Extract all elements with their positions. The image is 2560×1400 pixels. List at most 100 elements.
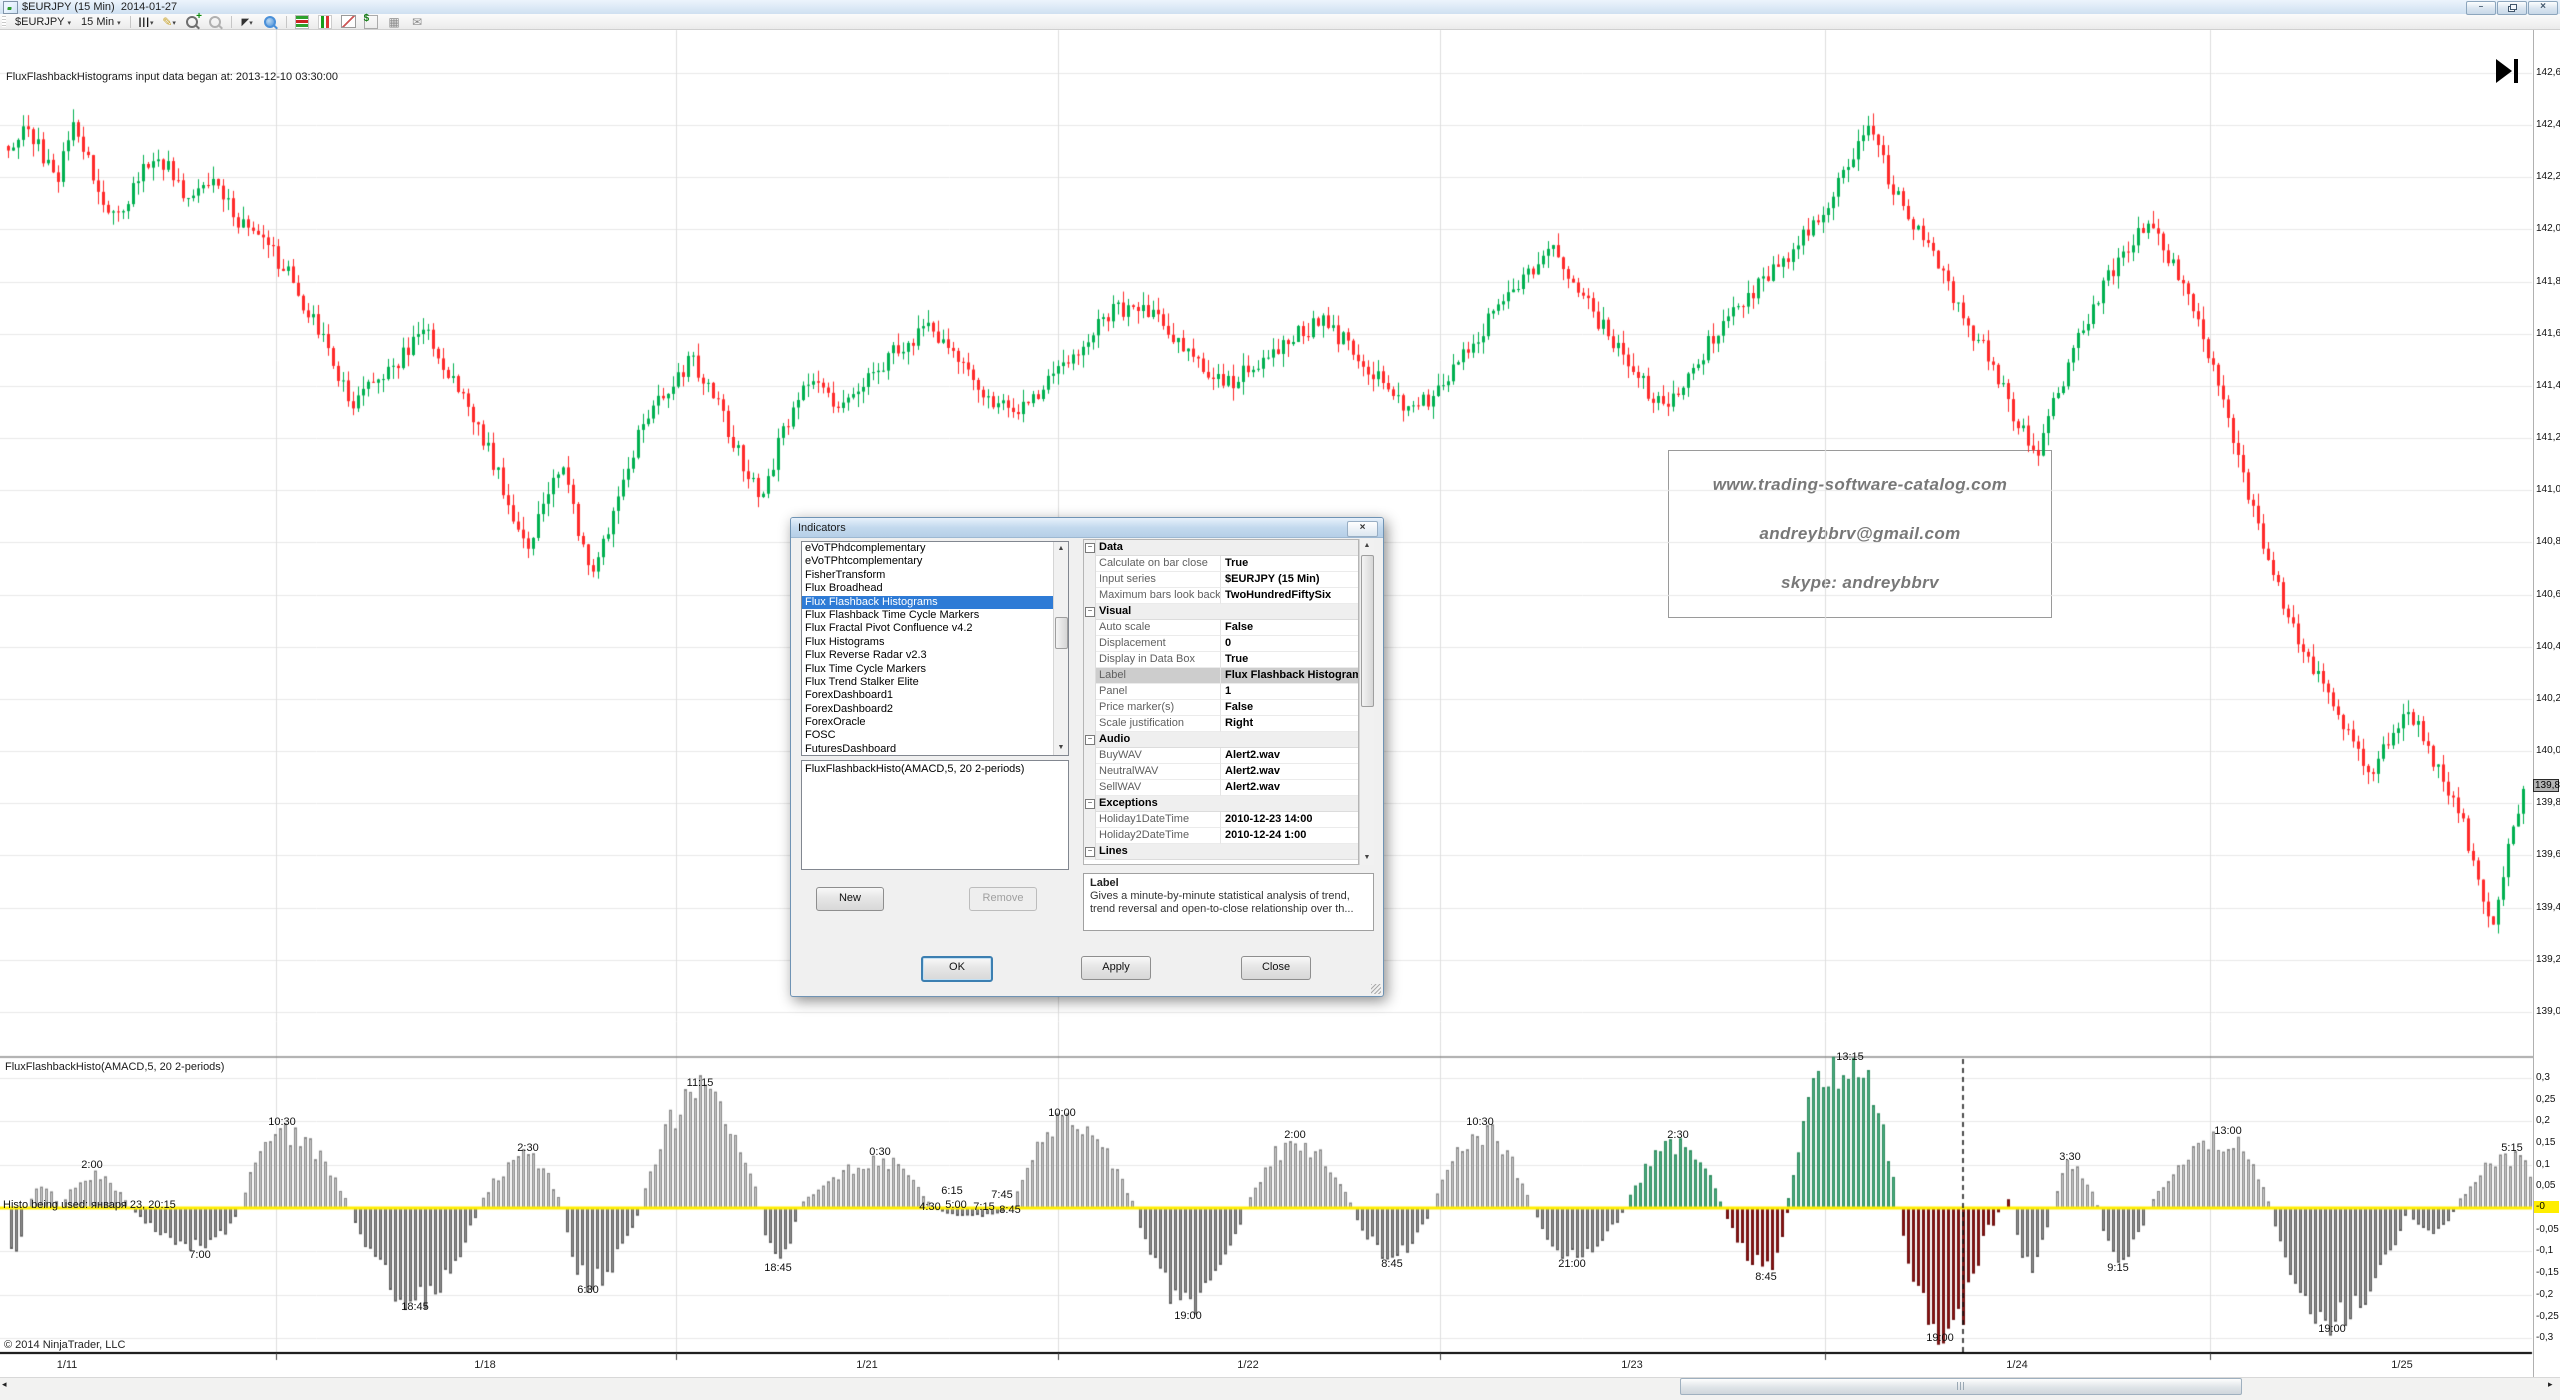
grid-view-button[interactable] bbox=[384, 14, 405, 29]
scroll-down-icon[interactable] bbox=[1054, 741, 1068, 755]
property-value[interactable]: Flux Flashback Histograms bbox=[1221, 668, 1358, 684]
property-value[interactable]: Alert2.wav bbox=[1221, 748, 1358, 764]
property-row[interactable]: Scale justificationRight bbox=[1084, 716, 1358, 732]
property-value[interactable]: False bbox=[1221, 620, 1358, 636]
property-value[interactable]: Alert2.wav bbox=[1221, 764, 1358, 780]
drawing-tools-button[interactable] bbox=[159, 14, 180, 29]
property-margin-cell bbox=[1084, 684, 1096, 700]
property-row[interactable]: Input series$EURJPY (15 Min) bbox=[1084, 572, 1358, 588]
property-row[interactable]: Price marker(s)False bbox=[1084, 700, 1358, 716]
property-group-row[interactable]: Exceptions bbox=[1084, 796, 1358, 812]
property-row[interactable]: Calculate on bar closeTrue bbox=[1084, 556, 1358, 572]
list-scrollbar-thumb[interactable] bbox=[1055, 617, 1068, 649]
configured-indicator-entry[interactable]: FluxFlashbackHisto(AMACD,5, 20 2-periods… bbox=[805, 763, 1024, 775]
interval-dropdown[interactable]: 15 Min bbox=[77, 15, 125, 29]
property-value[interactable]: $EURJPY (15 Min) bbox=[1221, 572, 1358, 588]
restore-button[interactable] bbox=[2497, 1, 2527, 15]
zoom-out-button[interactable] bbox=[205, 14, 226, 29]
property-row[interactable]: NeutralWAVAlert2.wav bbox=[1084, 764, 1358, 780]
indicator-list-item[interactable]: ForexDashboard1 bbox=[802, 689, 1068, 702]
scroll-right-arrow-icon[interactable] bbox=[2548, 1379, 2553, 1390]
property-value[interactable]: 2010-12-23 14:00 bbox=[1221, 812, 1358, 828]
apply-button[interactable]: Apply bbox=[1081, 956, 1151, 980]
close-button[interactable] bbox=[2528, 1, 2558, 15]
property-value[interactable]: 1 bbox=[1221, 684, 1358, 700]
indicator-list-item[interactable]: Flux Reverse Radar v2.3 bbox=[802, 649, 1068, 662]
property-group-row[interactable]: Visual bbox=[1084, 604, 1358, 620]
property-row[interactable]: Display in Data BoxTrue bbox=[1084, 652, 1358, 668]
property-value[interactable]: Alert2.wav bbox=[1221, 780, 1358, 796]
property-value[interactable]: True bbox=[1221, 556, 1358, 572]
chart-type-button[interactable] bbox=[315, 14, 336, 29]
zoom-in-button[interactable] bbox=[182, 14, 203, 29]
collapse-icon[interactable] bbox=[1085, 543, 1095, 553]
property-row[interactable]: BuyWAVAlert2.wav bbox=[1084, 748, 1358, 764]
property-value[interactable]: TwoHundredFiftySix bbox=[1221, 588, 1358, 604]
collapse-icon[interactable] bbox=[1085, 607, 1095, 617]
indicator-list-item[interactable]: Flux Histograms bbox=[802, 636, 1068, 649]
indicator-list-item[interactable]: ForexOracle bbox=[802, 716, 1068, 729]
resize-grip[interactable] bbox=[1371, 984, 1381, 994]
ok-button[interactable]: OK bbox=[921, 956, 993, 982]
account-button[interactable] bbox=[361, 14, 382, 29]
dialog-titlebar[interactable]: Indicators bbox=[791, 518, 1383, 538]
close-dialog-button[interactable]: Close bbox=[1241, 956, 1311, 980]
property-group-row[interactable]: Audio bbox=[1084, 732, 1358, 748]
minimize-button[interactable] bbox=[2466, 1, 2496, 15]
list-scrollbar[interactable] bbox=[1053, 542, 1068, 755]
property-row[interactable]: Auto scaleFalse bbox=[1084, 620, 1358, 636]
collapse-icon[interactable] bbox=[1085, 847, 1095, 857]
instrument-dropdown[interactable]: $EURJPY bbox=[11, 15, 75, 29]
property-value[interactable]: False bbox=[1221, 700, 1358, 716]
new-button[interactable]: New bbox=[816, 887, 884, 911]
cursor-tool-button[interactable] bbox=[237, 14, 258, 29]
indicator-list-item[interactable]: eVoTPhtcomplementary bbox=[802, 555, 1068, 568]
property-row[interactable]: Displacement0 bbox=[1084, 636, 1358, 652]
indicator-list-item[interactable]: Flux Flashback Histograms bbox=[802, 596, 1068, 609]
indicator-list-item[interactable]: eVoTPhdcomplementary bbox=[802, 542, 1068, 555]
data-magnifier-button[interactable] bbox=[260, 14, 281, 29]
indicator-list-item[interactable]: ForexDashboard2 bbox=[802, 703, 1068, 716]
property-value[interactable]: 2010-12-24 1:00 bbox=[1221, 828, 1358, 844]
property-row[interactable]: Holiday2DateTime2010-12-24 1:00 bbox=[1084, 828, 1358, 844]
property-row[interactable]: Maximum bars look backTwoHundredFiftySix bbox=[1084, 588, 1358, 604]
toolbar-grip[interactable] bbox=[2, 16, 6, 27]
property-value[interactable]: True bbox=[1221, 652, 1358, 668]
indicator-list-item[interactable]: Flux Broadhead bbox=[802, 582, 1068, 595]
dialog-close-button[interactable] bbox=[1347, 521, 1378, 537]
chart-region-button[interactable] bbox=[338, 14, 359, 29]
property-grid-scrollbar[interactable] bbox=[1359, 539, 1374, 865]
scroll-down-icon[interactable] bbox=[1360, 851, 1374, 865]
property-group-row[interactable]: Lines bbox=[1084, 844, 1358, 860]
share-button[interactable] bbox=[407, 14, 428, 29]
property-row[interactable]: Panel1 bbox=[1084, 684, 1358, 700]
property-row[interactable]: LabelFlux Flashback Histograms bbox=[1084, 668, 1358, 684]
remove-button[interactable]: Remove bbox=[969, 887, 1037, 911]
property-row[interactable]: Holiday1DateTime2010-12-23 14:00 bbox=[1084, 812, 1358, 828]
property-group-row[interactable]: Data bbox=[1084, 540, 1358, 556]
indicator-axis-label: -0,1 bbox=[2536, 1245, 2553, 1256]
property-value[interactable]: Right bbox=[1221, 716, 1358, 732]
property-value[interactable]: 0 bbox=[1221, 636, 1358, 652]
price-axis[interactable]: 142,60142,40142,20142,00141,80141,60141,… bbox=[2533, 30, 2560, 1377]
indicator-list-item[interactable]: Flux Trend Stalker Elite bbox=[802, 676, 1068, 689]
collapse-icon[interactable] bbox=[1085, 735, 1095, 745]
property-row[interactable]: SellWAVAlert2.wav bbox=[1084, 780, 1358, 796]
indicator-list-item[interactable]: FOSC bbox=[802, 729, 1068, 742]
property-scrollbar-thumb[interactable] bbox=[1361, 555, 1374, 707]
window-titlebar[interactable]: $EURJPY (15 Min) 2014-01-27 bbox=[0, 0, 2560, 15]
configured-indicators-box[interactable]: FluxFlashbackHisto(AMACD,5, 20 2-periods… bbox=[801, 760, 1069, 870]
indicator-list-item[interactable]: Flux Time Cycle Markers bbox=[802, 663, 1068, 676]
scroll-up-icon[interactable] bbox=[1054, 542, 1068, 556]
scroll-left-arrow-icon[interactable] bbox=[2, 1379, 7, 1390]
indicator-list-item[interactable]: Flux Flashback Time Cycle Markers bbox=[802, 609, 1068, 622]
indicator-list-item[interactable]: Flux Fractal Pivot Confluence v4.2 bbox=[802, 622, 1068, 635]
scrollbar-thumb[interactable] bbox=[1680, 1378, 2242, 1395]
collapse-icon[interactable] bbox=[1085, 799, 1095, 809]
scroll-up-icon[interactable] bbox=[1360, 539, 1374, 553]
indicator-list-item[interactable]: FuturesDashboard bbox=[802, 743, 1068, 756]
price-axis-label: 140,60 bbox=[2536, 589, 2560, 600]
market-analyzer-button[interactable] bbox=[292, 14, 313, 29]
indicator-list-item[interactable]: FisherTransform bbox=[802, 569, 1068, 582]
bar-style-button[interactable] bbox=[136, 14, 157, 29]
